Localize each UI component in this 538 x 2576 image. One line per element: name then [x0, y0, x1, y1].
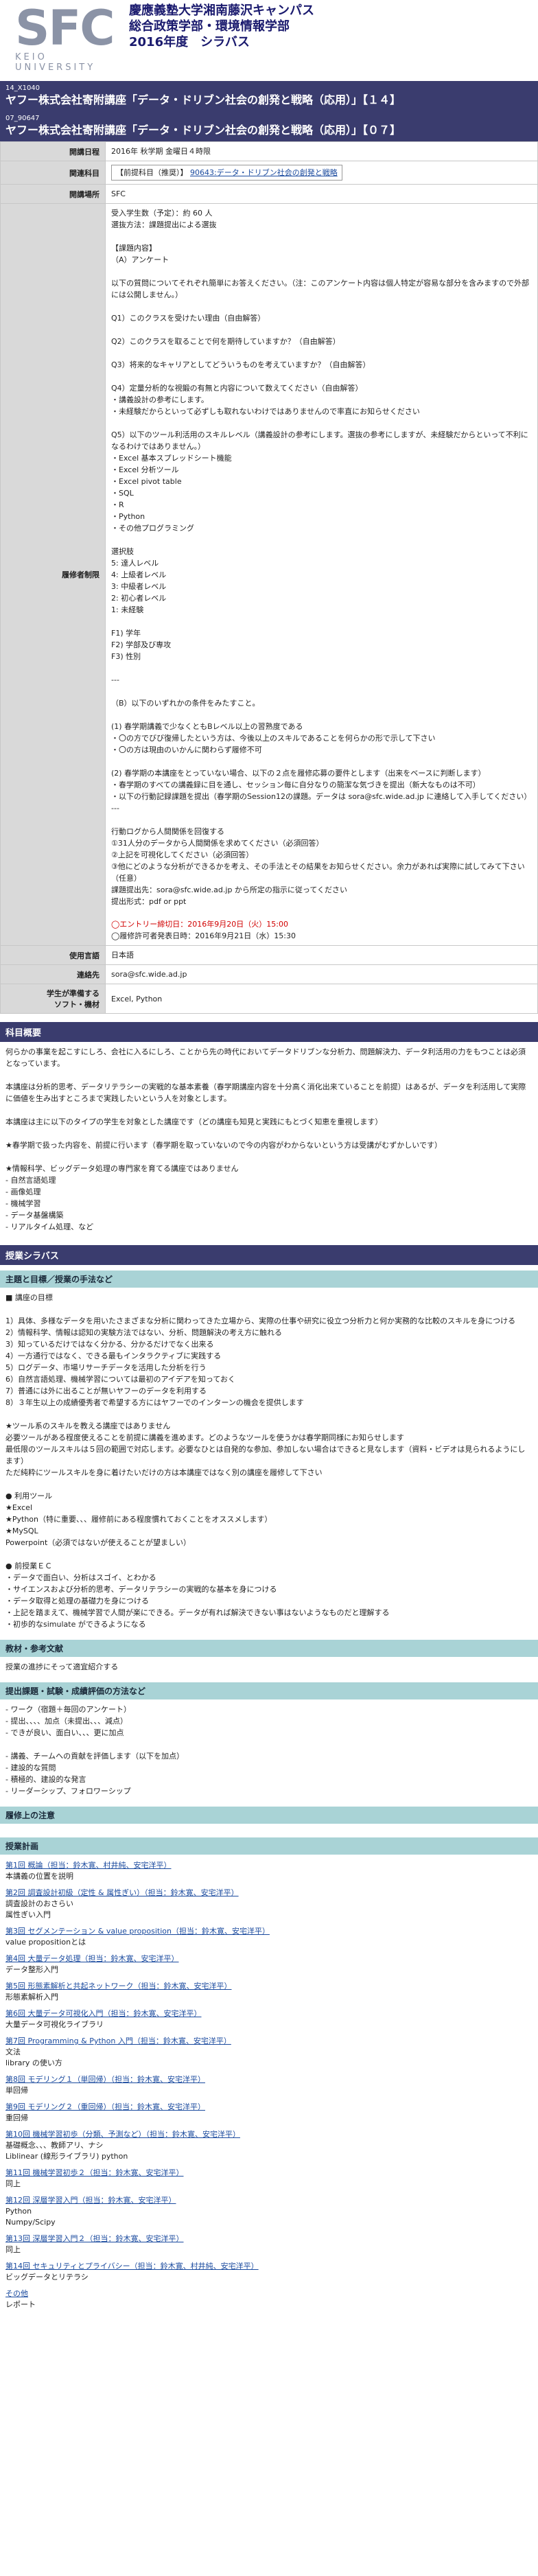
grading-text: - ワーク（宿題＋毎回のアンケート） - 提出、、、、加点（未提出、、、減点） …	[5, 1705, 185, 1796]
plan-item-desc: Python Numpy/Scipy	[5, 2207, 56, 2227]
plan-item: その他 レポート	[0, 2288, 538, 2310]
prereq-box: 【前提科目（推奨）】 90643:データ・ドリブン社会の創発と戦略	[111, 165, 342, 181]
plan-item-title[interactable]: 第14回 セキュリティとプライバシー（担当：鈴木寛、村井純、安宅洋平）	[5, 2261, 533, 2272]
course-code: 14_X1040	[5, 84, 40, 92]
plan-item-desc: value propositionとは	[5, 1938, 86, 1947]
entry-deadline: ◯エントリー締切日：2016年9月20日（火）15:00	[111, 920, 288, 929]
related-value: 【前提科目（推奨）】 90643:データ・ドリブン社会の創発と戦略	[105, 161, 538, 185]
plan-item: 第14回 セキュリティとプライバシー（担当：鈴木寛、村井純、安宅洋平） ビッグデ…	[0, 2261, 538, 2283]
contact-value: sora@sfc.wide.ad.jp	[105, 964, 538, 984]
plan-item-desc: 重回帰	[5, 2113, 28, 2122]
course-info-table: 開講日程 2016年 秋学期 金曜日４時限 関連科目 【前提科目（推奨）】 90…	[0, 141, 538, 1014]
notes-text	[0, 1824, 538, 1832]
page-header: SFC KEIO UNIVERSITY 慶應義塾大学湘南藤沢キャンパス 総合政策…	[0, 0, 538, 76]
announce-date: ◯履修許可者発表日時：2016年9月21日（水）15:30	[111, 931, 296, 940]
plan-item-title[interactable]: 第11回 機械学習初歩２（担当：鈴木寛、安宅洋平）	[5, 2168, 533, 2179]
plan-item: 第6回 大量データ可視化入門（担当：鈴木寛、安宅洋平） 大量データ可視化ライブラ…	[0, 2008, 538, 2030]
theme-heading: 主題と目標／授業の手法など	[0, 1270, 538, 1288]
header-title-line1: 慶應義塾大学湘南藤沢キャンパス	[129, 3, 314, 18]
place-value: SFC	[105, 184, 538, 204]
plan-item-desc: 本講義の位置を説明	[5, 1872, 73, 1881]
plan-item-title[interactable]: 第6回 大量データ可視化入門（担当：鈴木寛、安宅洋平）	[5, 2008, 533, 2019]
plan-item-title[interactable]: その他	[5, 2288, 533, 2299]
prereq-prefix: 【前提科目（推奨）】	[116, 168, 188, 177]
plan-item-desc: 調査設計のおさらい 属性ぎい入門	[5, 1899, 73, 1919]
plan-item-title[interactable]: 第2回 調査設計初級（定性 & 属性ぎい）（担当：鈴木寛、安宅洋平）	[5, 1888, 533, 1899]
plan-item-desc: 形態素解析入門	[5, 1993, 58, 2001]
plan-item-desc: 基礎概念、、、教師アリ、ナシ Liblinear (線形ライブラリ) pytho…	[5, 2141, 128, 2161]
plan-item-title[interactable]: 第8回 モデリング１（単回帰）（担当：鈴木寛、安宅洋平）	[5, 2074, 533, 2085]
plan-item: 第2回 調査設計初級（定性 & 属性ぎい）（担当：鈴木寛、安宅洋平） 調査設計の…	[0, 1888, 538, 1921]
plan-item-desc: データ整形入門	[5, 1965, 58, 1974]
plan-item: 第5回 形態素解析と共起ネットワーク（担当：鈴木寛、安宅洋平） 形態素解析入門	[0, 1981, 538, 2003]
notes-heading: 履修上の注意	[0, 1807, 538, 1824]
plan-item-title[interactable]: 第7回 Programming & Python 入門（担当：鈴木寛、安宅洋平）	[5, 2036, 533, 2047]
syllabus-heading: 授業シラバス	[0, 1245, 538, 1265]
language-value: 日本語	[105, 945, 538, 965]
plan-item-desc: 大量データ可視化ライブラリ	[5, 2020, 104, 2029]
plan-item-title[interactable]: 第12回 深層学習入門（担当：鈴木寛、安宅洋平）	[5, 2195, 533, 2206]
plan-item-desc: 文法 library の使い方	[5, 2047, 62, 2067]
period-label: 開講日程	[0, 141, 106, 161]
period-value: 2016年 秋学期 金曜日４時限	[105, 141, 538, 161]
course-title: ヤフー株式会社寄附講座「データ・ドリブン社会の創発と戦略（応用）」【１４】	[5, 93, 401, 106]
plan-item-desc: 単回帰	[5, 2086, 28, 2095]
related-label: 関連科目	[0, 161, 106, 185]
plan-item-title[interactable]: 第5回 形態素解析と共起ネットワーク（担当：鈴木寛、安宅洋平）	[5, 1981, 533, 1992]
prereq-link[interactable]: 90643:データ・ドリブン社会の創発と戦略	[190, 168, 338, 177]
course-title: ヤフー株式会社寄附講座「データ・ドリブン社会の創発と戦略（応用）」【０７】	[5, 124, 401, 137]
course-code: 07_90647	[5, 115, 40, 122]
plan-item-title[interactable]: 第4回 大量データ処理（担当：鈴木寛、安宅洋平）	[5, 1953, 533, 1964]
plan-item: 第4回 大量データ処理（担当：鈴木寛、安宅洋平） データ整形入門	[0, 1953, 538, 1975]
plan-heading: 授業計画	[0, 1837, 538, 1855]
plan-item-desc: 同上	[5, 2179, 21, 2188]
sfc-logo: SFC KEIO UNIVERSITY	[15, 0, 121, 73]
requirements-value: 受入学生数（予定）：約 60 人 選抜方法：課題提出による選抜 【課題内容】 （…	[105, 203, 538, 946]
plan-item: 第8回 モデリング１（単回帰）（担当：鈴木寛、安宅洋平） 単回帰	[0, 2074, 538, 2096]
plan-item-title[interactable]: 第13回 深層学習入門２（担当：鈴木寛、安宅洋平）	[5, 2233, 533, 2244]
plan-item: 第7回 Programming & Python 入門（担当：鈴木寛、安宅洋平）…	[0, 2036, 538, 2069]
plan-item: 第10回 機械学習初歩（分類、予測など）（担当：鈴木寛、安宅洋平） 基礎概念、、…	[0, 2129, 538, 2162]
plan-item: 第13回 深層学習入門２（担当：鈴木寛、安宅洋平） 同上	[0, 2233, 538, 2255]
plan-item-title[interactable]: 第1回 概論（担当：鈴木寛、村井純、安宅洋平）	[5, 1860, 533, 1871]
plan-item: 第1回 概論（担当：鈴木寛、村井純、安宅洋平） 本講義の位置を説明	[0, 1860, 538, 1882]
course-title-bar: 14_X1040 ヤフー株式会社寄附講座「データ・ドリブン社会の創発と戦略（応用…	[0, 81, 538, 111]
grading-heading: 提出課題・試験・成績評価の方法など	[0, 1682, 538, 1699]
software-label: 学生が準備する ソフト・機材	[0, 984, 106, 1014]
plan-item-title[interactable]: 第3回 セグメンテーション & value proposition（担当：鈴木寛…	[5, 1926, 533, 1937]
plan-item-desc: 同上	[5, 2245, 21, 2254]
plan-item-title[interactable]: 第10回 機械学習初歩（分類、予測など）（担当：鈴木寛、安宅洋平）	[5, 2129, 533, 2140]
header-title-line2: 総合政策学部・環境情報学部	[129, 19, 290, 34]
header-title-line3: 2016年度 シラバス	[129, 35, 250, 49]
plan-item: 第9回 モデリング２（重回帰）（担当：鈴木寛、安宅洋平） 重回帰	[0, 2102, 538, 2124]
course-title-bar: 07_90647 ヤフー株式会社寄附講座「データ・ドリブン社会の創発と戦略（応用…	[0, 111, 538, 141]
logo-text: SFC	[15, 0, 115, 56]
contact-label: 連絡先	[0, 964, 106, 984]
plan-item-title[interactable]: 第9回 モデリング２（重回帰）（担当：鈴木寛、安宅洋平）	[5, 2102, 533, 2113]
plan-item-desc: レポート	[5, 2300, 36, 2309]
place-label: 開講場所	[0, 184, 106, 204]
plan-item: 第11回 機械学習初歩２（担当：鈴木寛、安宅洋平） 同上	[0, 2168, 538, 2190]
theme-text: ■ 講座の目標 1）具体、多様なデータを用いたさまざまな分析に関わってきた立場か…	[5, 1293, 526, 1629]
header-title: 慶應義塾大学湘南藤沢キャンパス 総合政策学部・環境情報学部 2016年度 シラバ…	[129, 3, 314, 50]
overview-heading: 科目概要	[0, 1022, 538, 1042]
materials-text: 授業の進捗にそって適宜紹介する	[5, 1662, 119, 1671]
plan-item-desc: ビッグデータとリテラシ	[5, 2273, 89, 2282]
software-value: Excel, Python	[105, 984, 538, 1014]
materials-heading: 教材・参考文献	[0, 1640, 538, 1657]
language-label: 使用言語	[0, 945, 106, 965]
plan-item: 第3回 セグメンテーション & value proposition（担当：鈴木寛…	[0, 1926, 538, 1948]
overview-text: 何らかの事業を起こすにしろ、会社に入るにしろ、ことから先の時代においてデータドリ…	[5, 1047, 526, 1231]
requirements-text: 受入学生数（予定）：約 60 人 選抜方法：課題提出による選抜 【課題内容】 （…	[111, 209, 532, 906]
requirements-label: 履修者制限	[0, 203, 106, 946]
plan-list: 第1回 概論（担当：鈴木寛、村井純、安宅洋平） 本講義の位置を説明 第2回 調査…	[0, 1860, 538, 2310]
plan-item: 第12回 深層学習入門（担当：鈴木寛、安宅洋平） Python Numpy/Sc…	[0, 2195, 538, 2228]
